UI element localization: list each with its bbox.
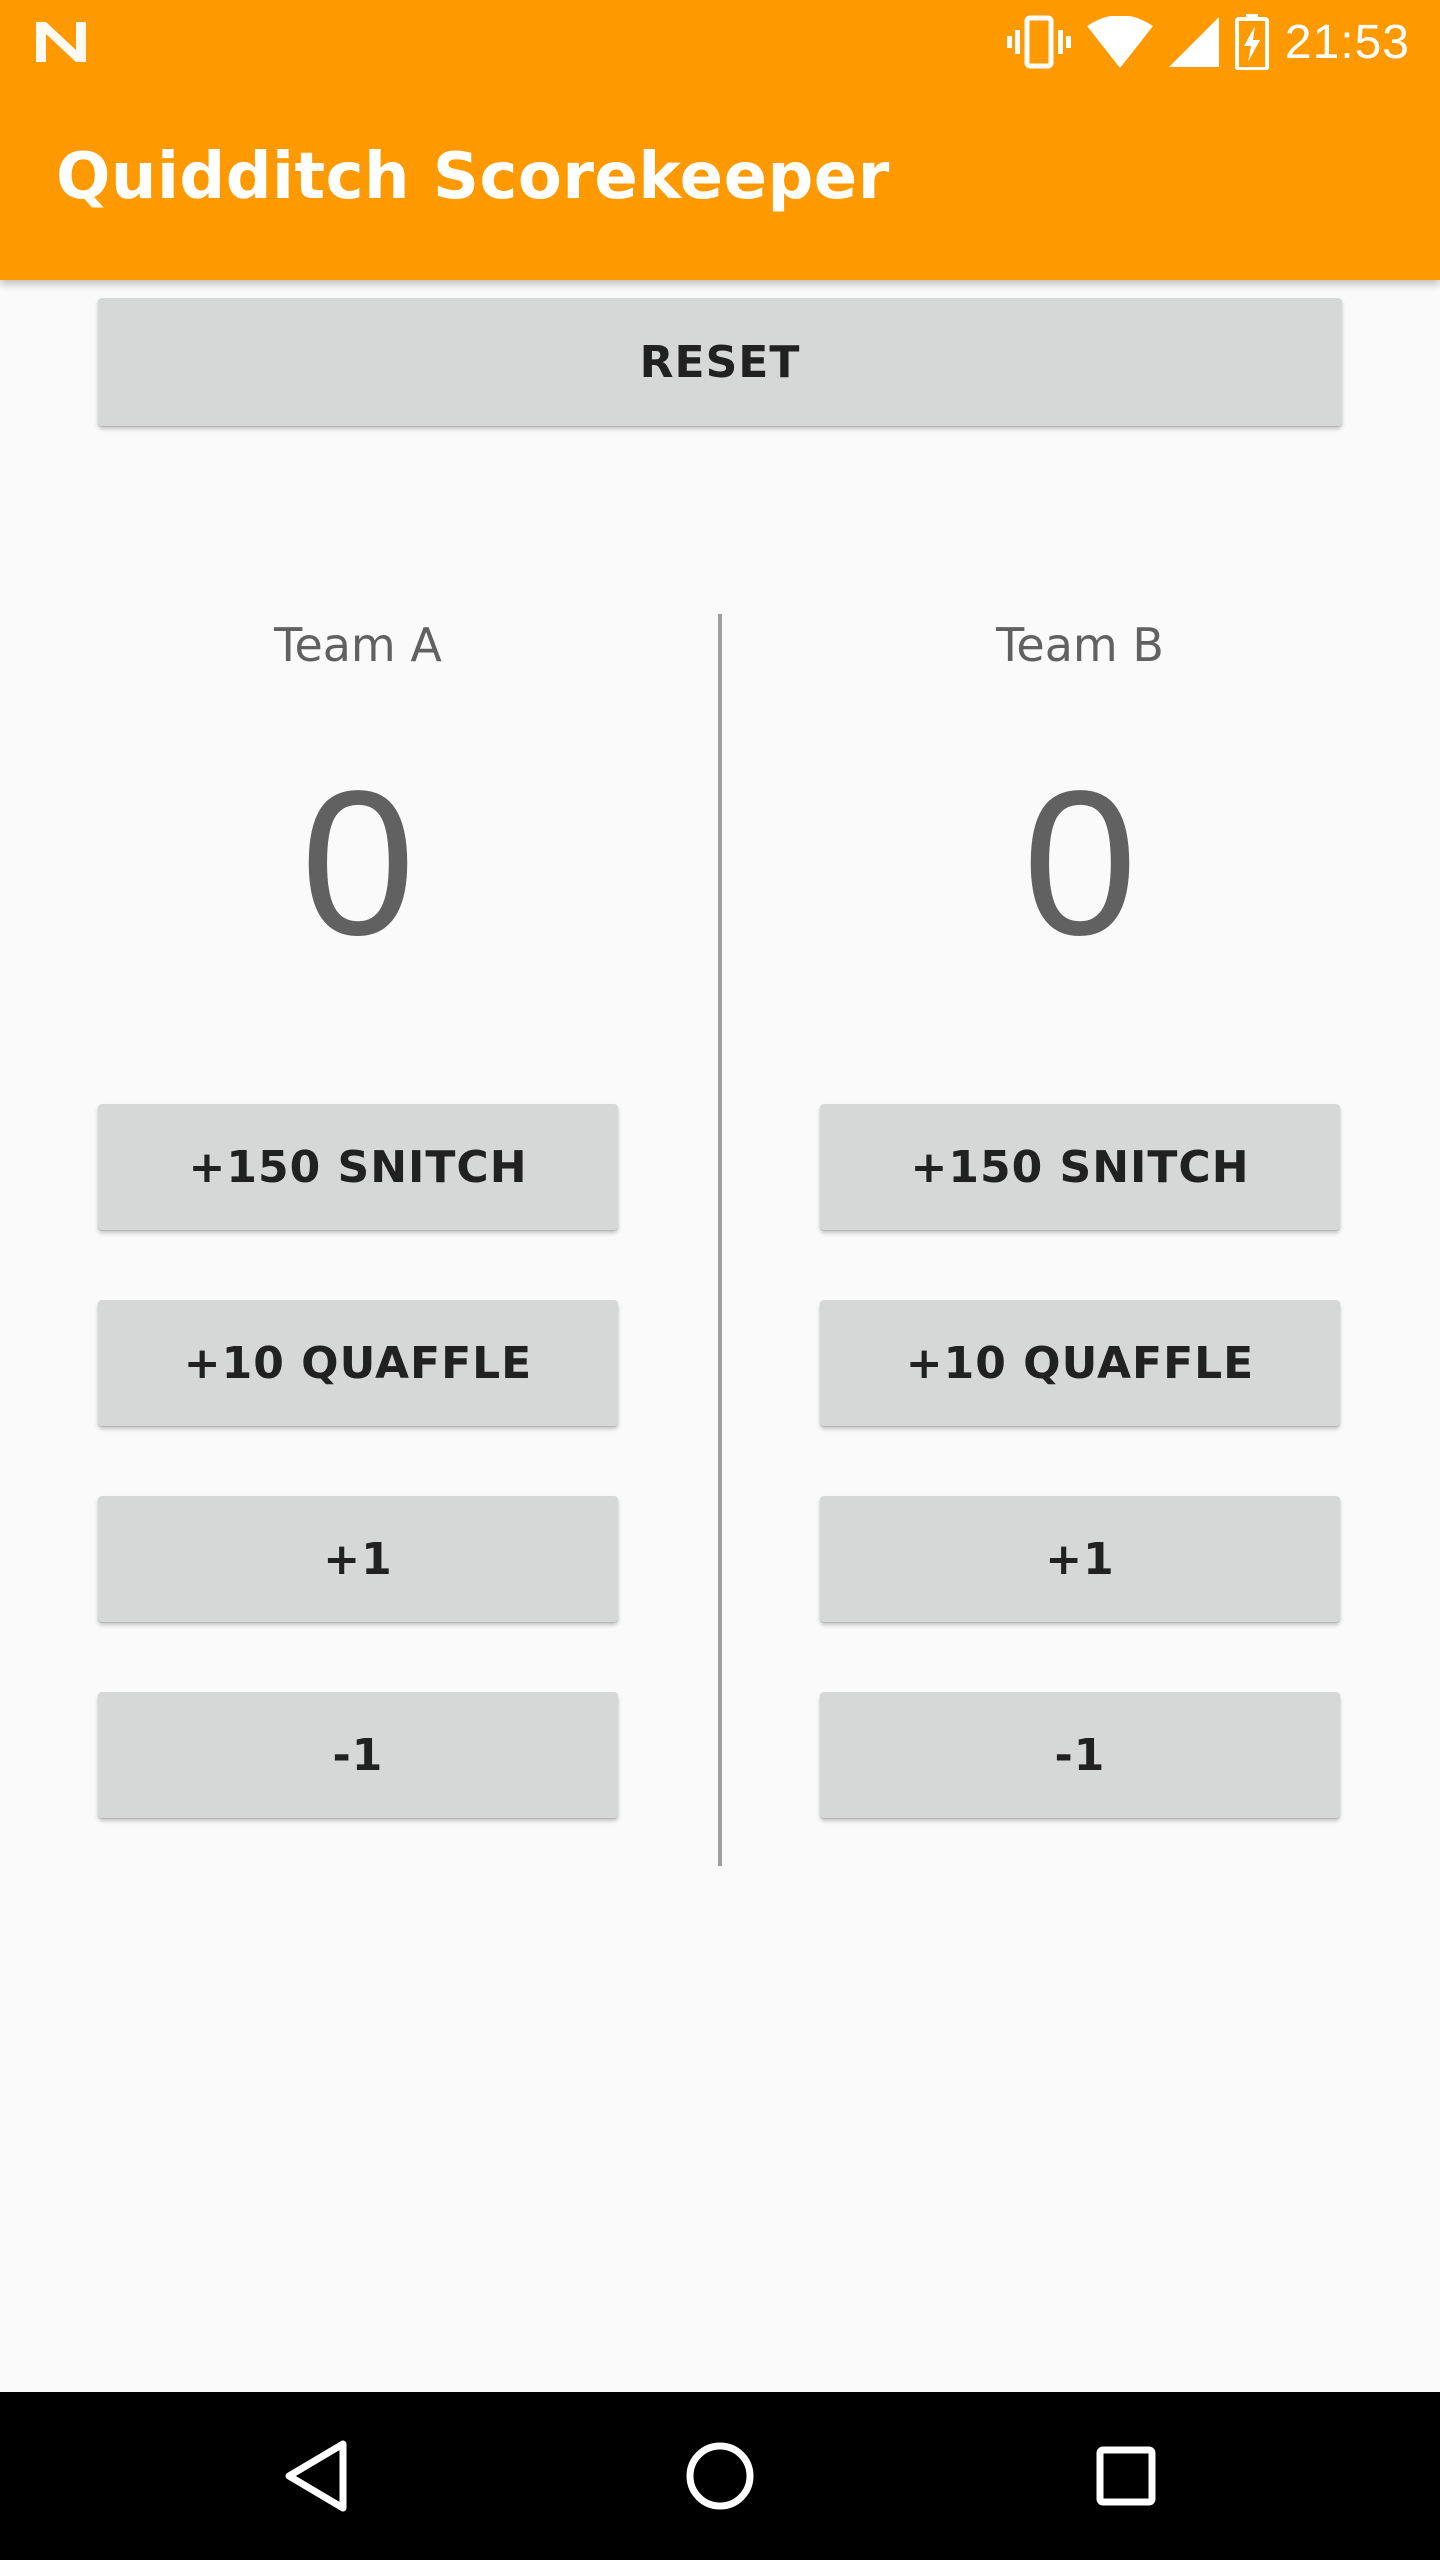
team-divider: [718, 614, 722, 1866]
navigation-bar: [0, 2392, 1440, 2560]
team-b-name: Team B: [996, 618, 1164, 672]
home-icon: [686, 2442, 754, 2510]
app-header: 21:53 Quidditch Scorekeeper: [0, 0, 1440, 280]
vibrate-icon: [1006, 15, 1071, 69]
app-title: Quidditch Scorekeeper: [56, 140, 890, 214]
nav-back-button[interactable]: [270, 2430, 362, 2522]
recent-apps-icon: [1096, 2446, 1156, 2506]
nav-recent-apps-button[interactable]: [1080, 2430, 1172, 2522]
back-icon: [285, 2440, 347, 2512]
team-a-minus-one-button[interactable]: -1: [98, 1692, 618, 1818]
team-b-plus-one-button[interactable]: +1: [820, 1496, 1340, 1622]
team-b-quaffle-button[interactable]: +10 QUAFFLE: [820, 1300, 1340, 1426]
signal-icon: [1168, 17, 1219, 67]
status-bar: 21:53: [0, 0, 1440, 84]
battery-charging-icon: [1234, 14, 1269, 70]
team-a-score: 0: [300, 748, 416, 978]
team-b-snitch-button[interactable]: +150 SNITCH: [820, 1104, 1340, 1230]
wifi-icon: [1086, 16, 1153, 68]
notification-n-icon: [36, 22, 86, 62]
team-b-score: 0: [1022, 748, 1138, 978]
team-a-quaffle-button[interactable]: +10 QUAFFLE: [98, 1300, 618, 1426]
reset-button[interactable]: RESET: [98, 298, 1342, 426]
team-a-plus-one-button[interactable]: +1: [98, 1496, 618, 1622]
team-a-snitch-button[interactable]: +150 SNITCH: [98, 1104, 618, 1230]
status-icons: 21:53: [1006, 12, 1410, 72]
team-b-minus-one-button[interactable]: -1: [820, 1692, 1340, 1818]
nav-home-button[interactable]: [674, 2430, 766, 2522]
status-time: 21:53: [1284, 15, 1410, 69]
team-a-name: Team A: [274, 618, 442, 672]
